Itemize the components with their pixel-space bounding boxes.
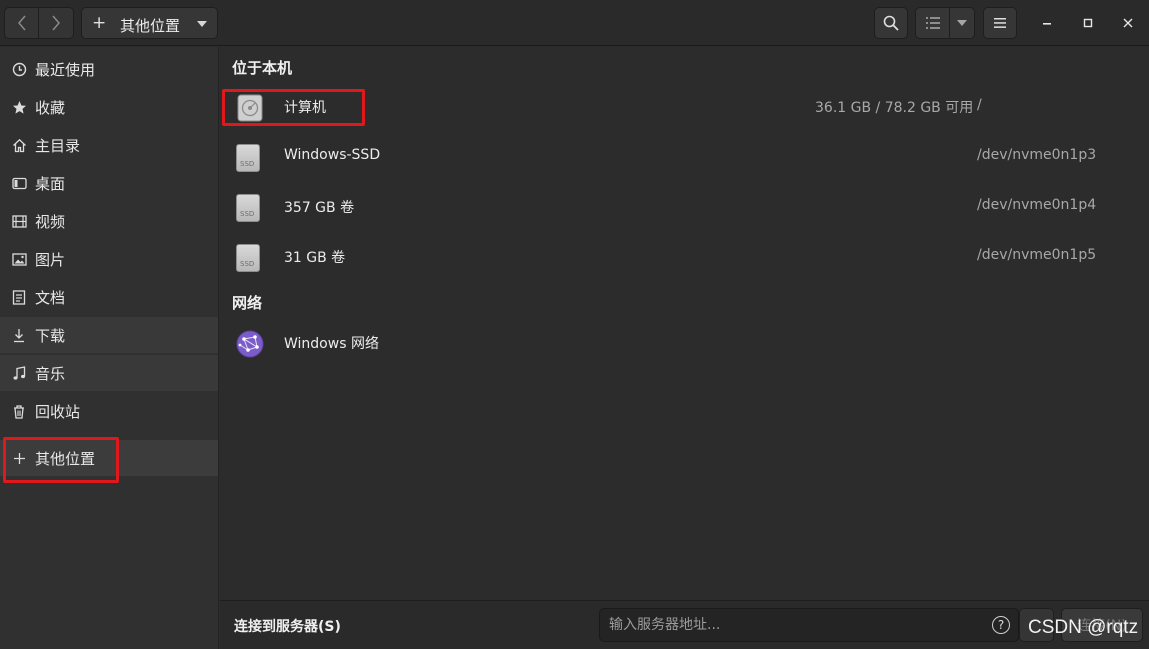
sidebar-item-label: 最近使用 — [35, 60, 96, 79]
sidebar-item-label: 收藏 — [35, 98, 66, 117]
sidebar-item-documents[interactable]: 文档 — [0, 279, 218, 315]
location-path: / — [977, 97, 982, 113]
sidebar-item-videos[interactable]: 视频 — [0, 203, 218, 239]
chevron-right-icon — [52, 15, 60, 31]
forward-button[interactable] — [39, 7, 74, 39]
sidebar-item-label: 音乐 — [35, 364, 66, 383]
location-name: Windows 网络 — [284, 336, 379, 352]
close-icon — [1123, 18, 1133, 28]
sidebar-item-label: 回收站 — [35, 402, 81, 421]
plus-icon — [10, 449, 28, 467]
sidebar-item-desktop[interactable]: 桌面 — [0, 165, 218, 201]
location-row-computer[interactable]: 计算机 36.1 GB / 78.2 GB 可用 / — [220, 84, 1149, 132]
ssd-badge: SSD — [240, 160, 255, 168]
hamburger-menu-icon — [994, 18, 1006, 28]
minimize-button[interactable] — [1036, 12, 1058, 34]
location-button[interactable]: + 其他位置 — [81, 7, 218, 39]
sidebar-item-other-locations[interactable]: 其他位置 — [0, 440, 218, 476]
menu-button[interactable] — [983, 7, 1017, 39]
location-row-windows-ssd[interactable]: SSD Windows-SSD /dev/nvme0n1p3 — [220, 134, 1149, 182]
computer-disk-icon — [236, 94, 264, 122]
location-row-windows-network[interactable]: Windows 网络 — [220, 320, 1149, 368]
sidebar-item-trash[interactable]: 回收站 — [0, 393, 218, 429]
sidebar-item-downloads[interactable]: 下载 — [0, 317, 218, 353]
ssd-badge: SSD — [240, 210, 255, 218]
back-button[interactable] — [4, 7, 39, 39]
view-options-button[interactable] — [950, 7, 975, 39]
home-icon — [10, 136, 28, 154]
location-name: 31 GB 卷 — [284, 250, 346, 266]
location-name: Windows-SSD — [284, 147, 381, 163]
music-icon — [10, 364, 28, 382]
maximize-icon — [1083, 18, 1093, 28]
connect-to-server-label: 连接到服务器(S) — [234, 619, 341, 635]
location-usage: 36.1 GB / 78.2 GB 可用 — [815, 100, 974, 116]
ssd-badge: SSD — [240, 260, 255, 268]
location-row-31gb[interactable]: SSD 31 GB 卷 /dev/nvme0n1p5 — [220, 234, 1149, 282]
location-label: 其他位置 — [120, 17, 181, 35]
star-icon — [10, 98, 28, 116]
list-view-icon — [925, 17, 940, 29]
location-name: 计算机 — [284, 100, 326, 116]
search-icon — [883, 15, 899, 31]
watermark: CSDN @rqtz — [1028, 617, 1139, 638]
ssd-drive-icon: SSD — [236, 194, 264, 222]
document-icon — [10, 288, 28, 306]
location-row-357gb[interactable]: SSD 357 GB 卷 /dev/nvme0n1p4 — [220, 184, 1149, 232]
location-path: /dev/nvme0n1p3 — [977, 147, 1097, 163]
chevron-down-icon — [197, 21, 207, 27]
maximize-button[interactable] — [1077, 12, 1099, 34]
desktop-icon — [10, 174, 28, 192]
sidebar: 最近使用 收藏 主目录 桌面 视频 图片 文档 下载 音乐 回收站 其他位置 — [0, 47, 219, 649]
image-icon — [10, 250, 28, 268]
help-icon[interactable]: ? — [992, 616, 1010, 634]
sidebar-item-label: 视频 — [35, 212, 66, 231]
list-view-button[interactable] — [915, 7, 950, 39]
location-name: 357 GB 卷 — [284, 200, 355, 216]
view-toggle-group — [915, 7, 975, 39]
navigation-buttons — [4, 7, 74, 39]
section-title-local: 位于本机 — [232, 59, 293, 77]
main-content: 位于本机 计算机 36.1 GB / 78.2 GB 可用 / SSD Wind… — [220, 47, 1149, 600]
ssd-drive-icon: SSD — [236, 144, 264, 172]
search-button[interactable] — [874, 7, 908, 39]
minimize-icon — [1043, 23, 1051, 25]
sidebar-item-pictures[interactable]: 图片 — [0, 241, 218, 277]
sidebar-item-recent[interactable]: 最近使用 — [0, 51, 218, 87]
clock-icon — [10, 60, 28, 78]
download-icon — [10, 326, 28, 344]
ssd-drive-icon: SSD — [236, 244, 264, 272]
sidebar-item-label: 桌面 — [35, 174, 66, 193]
close-button[interactable] — [1117, 12, 1139, 34]
server-address-input[interactable] — [599, 608, 1019, 642]
connect-to-server-bar: 连接到服务器(S) ? 连接(N) — [220, 600, 1149, 649]
location-path: /dev/nvme0n1p5 — [977, 247, 1097, 263]
plus-icon: + — [92, 13, 107, 33]
location-path: /dev/nvme0n1p4 — [977, 197, 1097, 213]
header-bar: + 其他位置 — [0, 0, 1149, 46]
sidebar-item-label: 下载 — [35, 326, 66, 345]
sidebar-item-label: 主目录 — [35, 136, 81, 155]
sidebar-item-label: 图片 — [35, 250, 66, 269]
sidebar-item-home[interactable]: 主目录 — [0, 127, 218, 163]
sidebar-item-music[interactable]: 音乐 — [0, 355, 218, 391]
sidebar-item-label: 文档 — [35, 288, 66, 307]
video-icon — [10, 212, 28, 230]
trash-icon — [10, 402, 28, 420]
chevron-left-icon — [17, 15, 26, 31]
sidebar-item-starred[interactable]: 收藏 — [0, 89, 218, 125]
network-globe-icon — [236, 330, 264, 358]
section-title-network: 网络 — [232, 294, 263, 312]
sidebar-item-label: 其他位置 — [35, 449, 96, 468]
chevron-down-icon — [957, 20, 967, 26]
